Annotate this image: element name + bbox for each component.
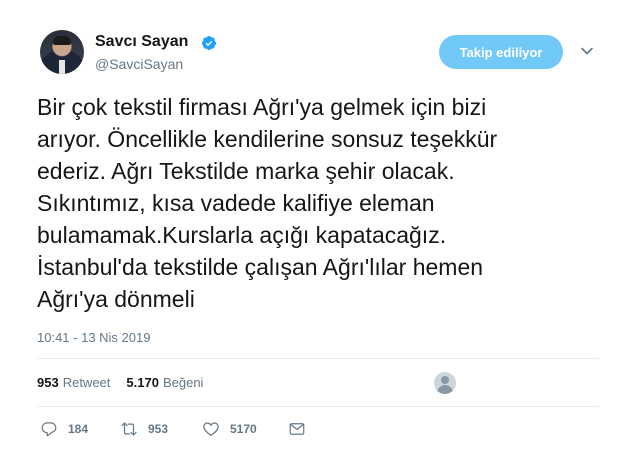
tweet-actions: 184 953 5170 (40, 420, 316, 438)
retweet-arrows-icon (121, 422, 137, 436)
like-stat-label: Beğeni (162, 375, 204, 390)
retweet-stat[interactable]: 953 Retweet (37, 375, 110, 390)
avatar-shirt (59, 60, 65, 74)
tweet-timestamp[interactable]: 10:41 - 13 Nis 2019 (37, 330, 150, 345)
direct-message-button[interactable] (288, 420, 316, 438)
divider (37, 406, 599, 407)
retweet-button[interactable]: 953 (120, 420, 202, 438)
liker-avatar-head (441, 376, 449, 384)
following-button[interactable]: Takip ediliyor (439, 35, 563, 69)
retweet-stat-label: Retweet (62, 375, 111, 390)
reply-bubble-icon (41, 422, 57, 437)
like-stat[interactable]: 5.170 Beğeni (126, 375, 203, 390)
display-name[interactable]: Savcı Sayan (95, 33, 188, 51)
retweet-count: 953 (148, 422, 169, 436)
tweet-text-line: Bir çok tekstil firması Ağrı'ya gelmek i… (37, 94, 487, 120)
user-handle[interactable]: @SavciSayan (95, 56, 183, 72)
verified-badge-icon (201, 36, 216, 50)
avatar-hair (53, 36, 71, 45)
retweet-stat-count: 953 (37, 375, 59, 390)
like-stat-count: 5.170 (126, 375, 159, 390)
liker-avatar[interactable] (434, 372, 456, 394)
reply-button[interactable]: 184 (40, 420, 120, 438)
avatar[interactable] (40, 30, 84, 74)
like-button[interactable]: 5170 (202, 420, 288, 438)
tweet-text-line: bulamamak.Kurslarla açığı kapatacağız. (37, 222, 447, 248)
envelope-icon (289, 423, 305, 435)
tweet-text-line: arıyor. Öncellikle kendilerine sonsuz te… (37, 126, 498, 152)
liker-avatar-body (437, 385, 453, 394)
tweet-text-line: Sıkıntımız, kısa vadede kalifiye eleman (37, 190, 435, 216)
tweet-stats: 953 Retweet 5.170 Beğeni (37, 375, 203, 390)
like-count: 5170 (230, 422, 257, 436)
chevron-down-icon[interactable] (580, 44, 594, 58)
tweet-text-line: ederiz. Ağrı Tekstilde marka şehir olaca… (37, 158, 455, 184)
heart-icon (203, 422, 219, 436)
tweet-text-line: İstanbul'da tekstilde çalışan Ağrı'lılar… (37, 254, 484, 280)
tweet-text-line: Ağrı'ya dönmeli (37, 286, 195, 312)
divider (37, 358, 599, 359)
reply-count: 184 (68, 422, 89, 436)
tweet-text: Bir çok tekstil firması Ağrı'ya gelmek i… (37, 91, 607, 315)
